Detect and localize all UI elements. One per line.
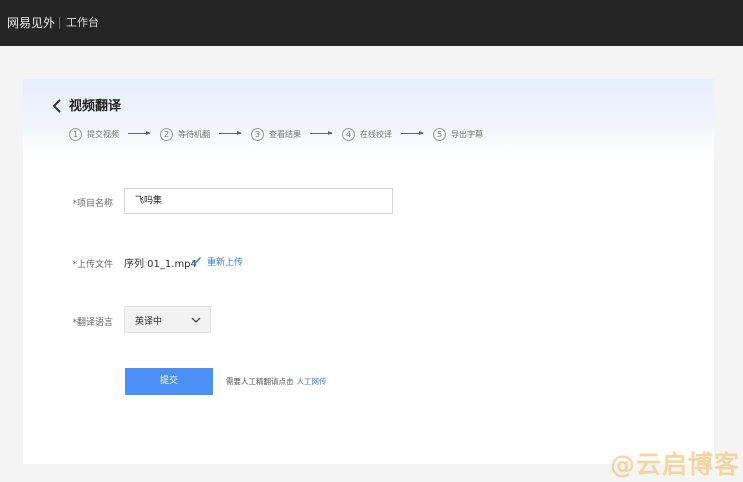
step-label: 提交视频 [87, 129, 119, 139]
hint-text: 需要人工精翻请点击 [226, 377, 294, 386]
upload-file-label: *上传文件 [72, 260, 113, 270]
watermark: @云启博客 [610, 450, 741, 479]
top-bar: 网易见外 工作台 [0, 0, 743, 46]
chevron-left-icon[interactable] [51, 98, 63, 114]
check-icon [191, 256, 202, 265]
chevron-down-icon [191, 317, 201, 323]
step-5: 5 导出字幕 [433, 127, 483, 141]
step-1: 1 提交视频 [69, 127, 119, 141]
project-name-input[interactable]: 飞吗集 [124, 188, 393, 214]
step-number: 5 [433, 127, 446, 141]
topbar-divider [59, 17, 60, 29]
workspace-link[interactable]: 工作台 [66, 15, 99, 31]
step-arrow-icon [310, 131, 333, 135]
step-number: 2 [160, 127, 173, 141]
step-label: 等待机翻 [178, 129, 210, 139]
translation-card: 视频翻译 1 提交视频 2 等待机翻 3 查看结果 4 在线校译 5 导出字幕 … [23, 79, 714, 464]
step-2: 2 等待机翻 [160, 127, 210, 141]
step-label: 在线校译 [360, 129, 392, 139]
uploaded-file-name: 序列 01_1.mp4 [124, 259, 197, 270]
project-name-label: *项目名称 [72, 199, 113, 209]
step-number: 3 [251, 127, 264, 141]
manual-translation-link[interactable]: 人工网传 [297, 377, 327, 386]
language-select[interactable]: 英译中 [124, 306, 211, 333]
card-header: 视频翻译 1 提交视频 2 等待机翻 3 查看结果 4 在线校译 5 导出字幕 [23, 79, 714, 161]
reupload-link[interactable]: 重新上传 [207, 255, 243, 268]
step-arrow-icon [128, 131, 151, 135]
step-arrow-icon [401, 131, 424, 135]
submit-button[interactable]: 提交 [125, 368, 213, 395]
step-number: 4 [342, 127, 355, 141]
step-label: 查看结果 [269, 129, 301, 139]
step-label: 导出字幕 [451, 129, 483, 139]
step-3: 3 查看结果 [251, 127, 301, 141]
step-4: 4 在线校译 [342, 127, 392, 141]
brand-name[interactable]: 网易见外 [7, 14, 55, 32]
step-arrow-icon [219, 131, 242, 135]
language-select-value: 英译中 [135, 317, 163, 327]
manual-translation-hint: 需要人工精翻请点击 人工网传 [226, 376, 327, 387]
step-number: 1 [69, 127, 82, 141]
language-label: *翻译语言 [72, 318, 113, 328]
page-title: 视频翻译 [69, 99, 122, 114]
